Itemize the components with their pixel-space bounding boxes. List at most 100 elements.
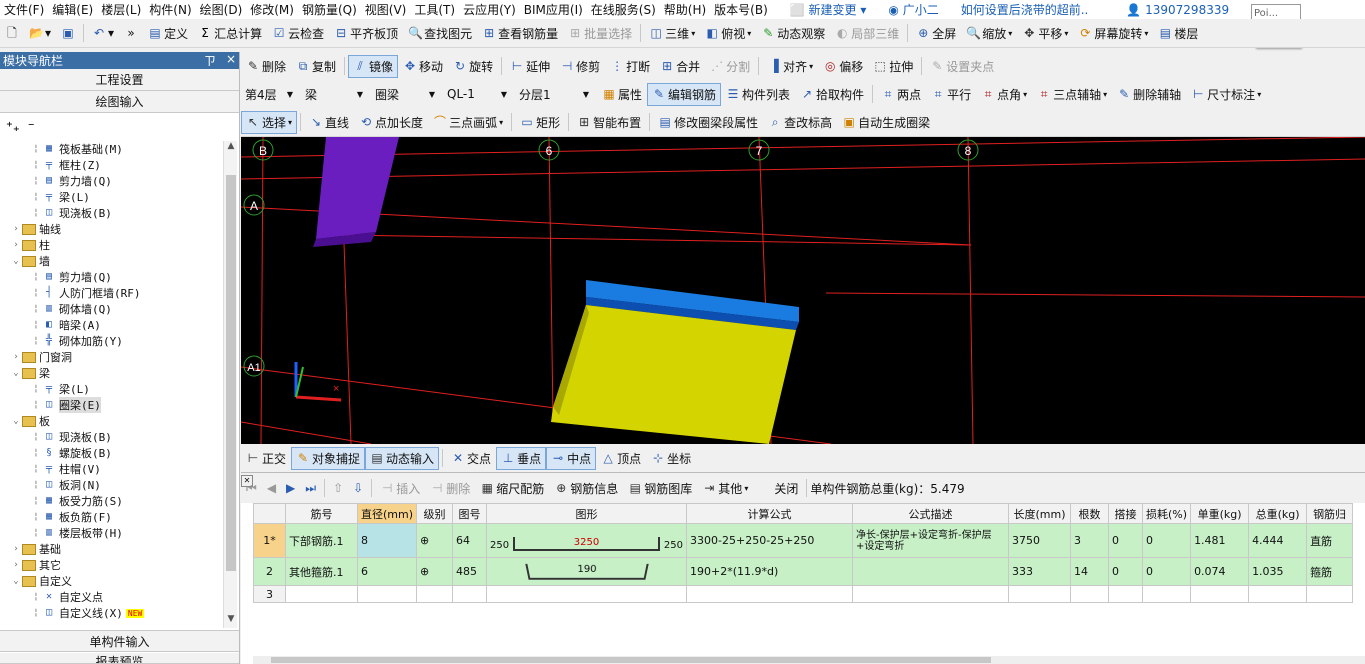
cell-total[interactable]: 4.444	[1248, 523, 1308, 558]
snap-button-7[interactable]: ⊹ 坐标	[646, 447, 696, 470]
tree-toggle-icon[interactable]: ›	[10, 352, 22, 362]
layer-select[interactable]: 分层1 ▼	[515, 84, 593, 105]
new-change-menu[interactable]: ⬜ 新建变更 ▾	[786, 1, 871, 18]
menu-item[interactable]: 修改(M)	[246, 1, 298, 18]
snap-button-3[interactable]: ✕ 交点	[446, 447, 496, 470]
snap-button-2[interactable]: ▤ 动态输入	[365, 446, 440, 470]
snap-button-0[interactable]: ⊢ 正交	[241, 447, 291, 470]
column-header[interactable]: 图号	[452, 503, 488, 524]
tree-node[interactable]: › 轴线	[0, 221, 222, 237]
move-down-icon[interactable]: ⇩	[348, 477, 368, 500]
collapse-all-icon[interactable]: ⁻	[28, 120, 35, 135]
hscroll-thumb[interactable]	[271, 657, 991, 663]
snap-button-1[interactable]: ✎ 对象捕捉	[291, 446, 366, 470]
cell-lap[interactable]: 0	[1108, 523, 1144, 558]
cell-len[interactable]: 333	[1008, 557, 1072, 586]
tree-node[interactable]: ⌄ 墙	[0, 253, 222, 269]
scroll-down-icon[interactable]: ▼	[224, 614, 238, 628]
menu-item[interactable]: 云应用(Y)	[459, 1, 520, 18]
tb3-button-3[interactable]: ↗ 拾取构件	[795, 83, 869, 106]
rebar-button-0[interactable]: ⊣ 插入	[375, 477, 425, 500]
tb1-button-8[interactable]: ◧ 俯视 ▾	[700, 22, 756, 45]
column-header[interactable]: 长度(mm)	[1008, 503, 1072, 524]
project-settings-button[interactable]: 工程设置	[0, 69, 239, 91]
tb4-button-4[interactable]: ▭ 矩形	[515, 111, 565, 134]
menu-item[interactable]: 编辑(E)	[48, 1, 97, 18]
expand-all-icon[interactable]: ⁺₊	[6, 120, 20, 135]
component-name-select[interactable]: QL-1 ▼	[443, 84, 511, 105]
rebar-button-2[interactable]: ▦ 缩尺配筋	[475, 477, 549, 500]
cell-shape[interactable]: 250 3250 250	[486, 523, 688, 558]
column-header[interactable]: 单重(kg)	[1190, 503, 1250, 524]
subtype-select[interactable]: 圈梁 ▼	[371, 84, 439, 105]
rebar-button-6[interactable]: 关闭	[753, 477, 803, 500]
column-header[interactable]: 钢筋归	[1306, 503, 1354, 524]
tb1-button-14[interactable]: ⟳ 屏幕旋转 ▾	[1073, 22, 1153, 45]
column-header[interactable]: 搭接	[1108, 503, 1144, 524]
tree-node[interactable]: ¦ ◫ 圈梁(E)	[0, 397, 222, 413]
cell-count[interactable]: 14	[1070, 557, 1110, 586]
single-component-input-button[interactable]: 单构件输入	[0, 630, 239, 652]
table-row[interactable]: 1* 下部钢筋.1 8 ⊕ 64 250 3250 250 3300-25+250-25+250…	[253, 523, 1354, 558]
cell-shape[interactable]: 190	[486, 557, 688, 586]
cell-dia[interactable]: 6	[356, 557, 418, 586]
tree-node[interactable]: ¦ ╬ 砌体加筋(Y)	[0, 333, 222, 349]
tb2-button-13[interactable]: ✎ 设置夹点	[925, 55, 999, 78]
tree-toggle-icon[interactable]: ⌄	[10, 576, 22, 586]
cell-fig[interactable]: 485	[452, 557, 488, 586]
tree-toggle-icon[interactable]: ⌄	[10, 368, 22, 378]
tb3-button-4[interactable]: ⌗ 两点	[876, 83, 926, 106]
tree-node[interactable]: ¦ ▦ 板负筋(F)	[0, 509, 222, 525]
tree-node[interactable]: ¦ ╤ 梁(L)	[0, 381, 222, 397]
cell-loss[interactable]	[1142, 585, 1192, 603]
tb1-button-2[interactable]: ☑ 云检查	[267, 22, 329, 45]
cell-unit[interactable]	[1190, 585, 1250, 603]
cell-count[interactable]	[1070, 585, 1110, 603]
report-preview-button[interactable]: 报表预览	[0, 653, 239, 664]
tb1-button-15[interactable]: ▤ 楼层	[1153, 22, 1203, 45]
tb1-button-9[interactable]: ✎ 动态观察	[756, 22, 830, 45]
type-select[interactable]: 梁 ▼	[301, 84, 367, 105]
tb3-button-2[interactable]: ☰ 构件列表	[721, 83, 795, 106]
tree-node[interactable]: › 其它	[0, 557, 222, 573]
tb2-button-8[interactable]: ⊞ 合并	[655, 55, 705, 78]
rebar-button-4[interactable]: ▤ 钢筋图库	[623, 477, 697, 500]
tb4-button-6[interactable]: ▤ 修改圈梁段属性	[653, 111, 763, 134]
cell-unit[interactable]: 0.074	[1190, 557, 1250, 586]
cell-count[interactable]: 3	[1070, 523, 1110, 558]
cell-name[interactable]: 下部钢筋.1	[285, 523, 358, 558]
tree-node[interactable]: ¦ ▥ 楼层板带(H)	[0, 525, 222, 541]
pin-icon[interactable]: ㄗ	[204, 52, 216, 69]
save-icon[interactable]: ▣	[56, 22, 80, 45]
tb4-button-8[interactable]: ▣ 自动生成圈梁	[837, 111, 935, 134]
snap-button-5[interactable]: ⊸ 中点	[546, 446, 597, 470]
tb3-button-7[interactable]: ⌗ 三点辅轴 ▾	[1032, 83, 1112, 106]
rebar-button-5[interactable]: ⇥ 其他 ▾	[697, 477, 753, 500]
menu-item[interactable]: 楼层(L)	[97, 1, 145, 18]
cell-formula[interactable]: 190+2*(11.9*d)	[686, 557, 854, 586]
tree-toggle-icon[interactable]: ›	[10, 544, 22, 554]
tb1-button-0[interactable]: ▤ 定义	[143, 22, 193, 45]
column-header[interactable]: 筋号	[285, 503, 358, 524]
cell-lap[interactable]: 0	[1108, 557, 1144, 586]
cell-total[interactable]: 1.035	[1248, 557, 1308, 586]
tree-scrollbar[interactable]: ▲ ▼	[223, 141, 237, 628]
cell-idx[interactable]: 3	[253, 585, 286, 603]
table-row[interactable]: 2 其他箍筋.1 6 ⊕ 485 190 190+2*(11.9*d) 333 14 0 0 0.07…	[253, 557, 1354, 586]
column-header[interactable]: 图形	[486, 503, 688, 524]
rebar-button-1[interactable]: ⊣ 删除	[425, 477, 475, 500]
cell-grade[interactable]: ⊕	[416, 557, 454, 586]
tb2-button-2[interactable]: ⫽ 镜像	[348, 54, 399, 78]
assistant-menu[interactable]: ◉ 广小二	[884, 1, 942, 18]
tb4-button-3[interactable]: ⌒ 三点画弧 ▾	[428, 111, 508, 134]
cell-kind[interactable]	[1306, 585, 1354, 603]
tb2-button-0[interactable]: ✎ 删除	[241, 55, 291, 78]
cell-name[interactable]	[285, 585, 358, 603]
undo-icon[interactable]: ↶ ▾	[87, 22, 119, 45]
cell-idx[interactable]: 2	[253, 557, 286, 586]
tree-node[interactable]: ¦ ╤ 梁(L)	[0, 189, 222, 205]
rebar-button-3[interactable]: ⊕ 钢筋信息	[549, 477, 623, 500]
tree-toggle-icon[interactable]: ⌄	[10, 416, 22, 426]
table-row[interactable]: 3	[253, 585, 1354, 603]
tree-node[interactable]: ¦ ▤ 剪力墙(Q)	[0, 269, 222, 285]
